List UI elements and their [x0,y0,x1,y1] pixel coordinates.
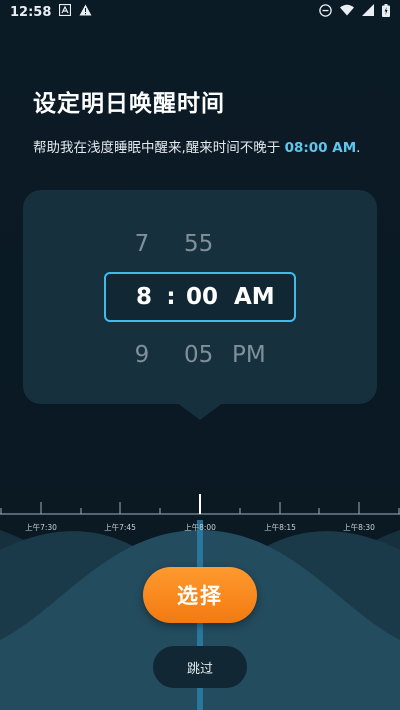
skip-button[interactable]: 跳过 [153,646,247,688]
select-button[interactable]: 选择 [143,567,257,623]
page-title: 设定明日唤醒时间 [33,91,225,117]
timeline-label-0745: 上午7:45 [104,523,136,532]
picker-hour-selected[interactable]: 8 [134,284,154,310]
warning-icon [79,4,92,20]
status-bar: 12:58 [0,0,400,24]
status-right [319,3,390,21]
picker-minute-next[interactable]: 05 [184,342,224,368]
picker-minute-selected[interactable]: 00 [186,284,226,310]
wake-time-highlight: 08:00 AM [284,140,357,156]
timeline-label-0800: 上午8:00 [184,523,216,532]
status-left: 12:58 [10,3,92,20]
picker-minute-previous[interactable]: 55 [184,231,224,257]
picker-row-previous[interactable]: 7 55 [104,219,296,269]
picker-ampm-selected[interactable]: AM [234,284,284,310]
timeline-label-0730: 上午7:30 [25,523,57,532]
time-picker-pointer [176,402,224,420]
picker-ampm-next[interactable]: PM [232,342,282,368]
subtitle-text: 帮助我在浅度睡眠中醒来,醒来时间不晚于 [33,140,285,156]
dnd-icon [319,3,332,21]
page-subtitle: 帮助我在浅度睡眠中醒来,醒来时间不晚于 08:00 AM. [33,136,360,156]
picker-separator: : [166,284,176,310]
subtitle-suffix: . [356,140,361,156]
picker-row-selected[interactable]: 8 : 00 AM [104,272,296,322]
a-box-icon [59,3,72,20]
signal-icon [362,4,374,20]
timeline-label-0830: 上午8:30 [343,523,375,532]
picker-row-next[interactable]: 9 05 PM [104,330,296,380]
battery-icon [382,3,390,21]
timeline-label-0815: 上午8:15 [264,523,296,532]
status-time: 12:58 [10,4,52,20]
picker-hour-next[interactable]: 9 [132,342,152,368]
picker-hour-previous[interactable]: 7 [132,231,152,257]
wifi-icon [340,4,354,20]
